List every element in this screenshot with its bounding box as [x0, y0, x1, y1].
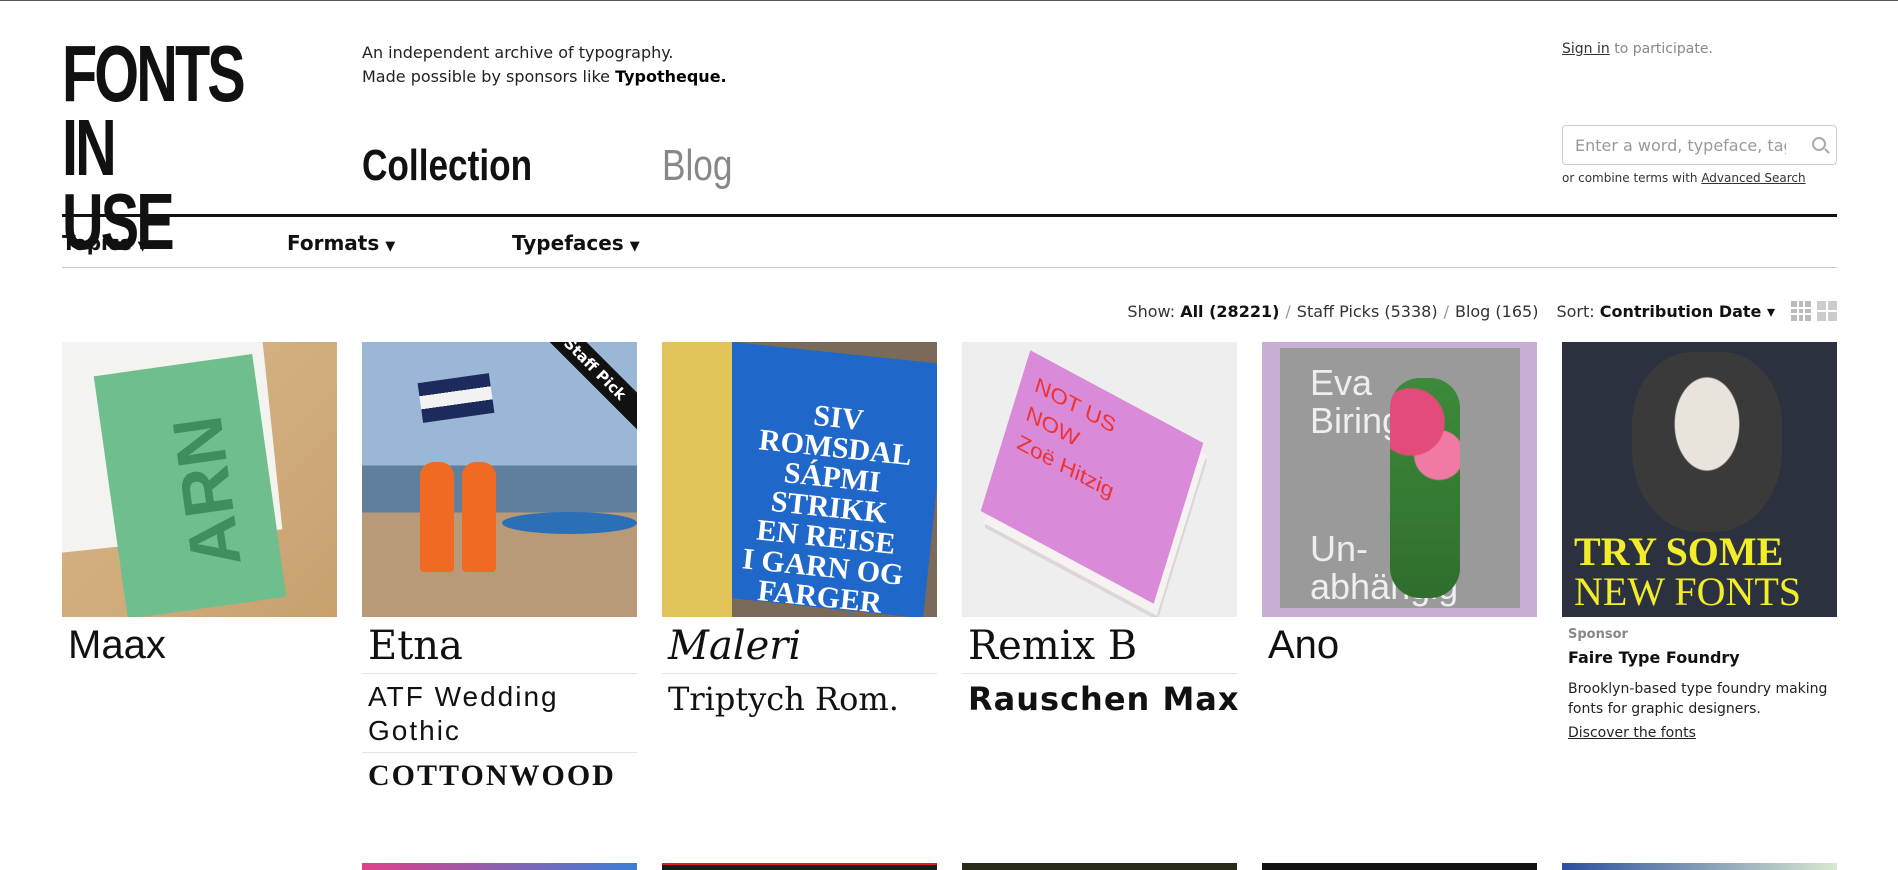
nav-topics[interactable]: Topics ▼	[62, 231, 148, 255]
nav-topics-label: Topics	[62, 231, 132, 255]
person-illustration	[462, 462, 496, 572]
book-cover-text: NOT US NOW Zoë Hitzig	[996, 350, 1203, 553]
advanced-search-hint: or combine terms with Advanced Search	[1562, 171, 1806, 185]
nav-collection[interactable]: Collection	[362, 141, 532, 191]
project-thumbnail[interactable]: SIV ROMSDAL SÁPMI STRIKK EN REISE I GARN…	[662, 342, 937, 617]
kayak-illustration	[502, 512, 637, 534]
sponsor-ad-image[interactable]: TRY SOME NEW FONTS	[1562, 342, 1837, 617]
project-thumbnail[interactable]	[962, 863, 1237, 870]
site-tagline: An independent archive of typography. Ma…	[362, 41, 727, 89]
project-thumbnail[interactable]: NOT US NOW Zoë Hitzig	[962, 342, 1237, 617]
chevron-down-icon: ▼	[629, 239, 640, 254]
sponsor-ad-text: TRY SOME NEW FONTS	[1574, 532, 1801, 612]
dog-illustration	[1632, 352, 1782, 532]
book-spine	[662, 342, 732, 617]
mosaic-view-icon[interactable]	[1817, 301, 1837, 321]
typeface-link[interactable]: Ano	[1262, 617, 1537, 672]
flag-illustration	[417, 373, 495, 423]
advanced-search-prefix: or combine terms with	[1562, 171, 1702, 185]
project-thumbnail[interactable]: Staff Pick	[362, 342, 637, 617]
sponsor-card: TRY SOME NEW FONTS Sponsor Faire Type Fo…	[1562, 342, 1837, 741]
filter-blog[interactable]: Blog (165)	[1455, 302, 1538, 321]
staff-pick-badge: Staff Pick	[529, 342, 637, 435]
typeface-link[interactable]: Remix B	[962, 617, 1237, 674]
project-thumbnail[interactable]: ARN	[62, 342, 337, 617]
tagline-line-1: An independent archive of typography.	[362, 43, 674, 62]
project-thumbnail[interactable]	[662, 863, 937, 870]
sponsor-name[interactable]: Faire Type Foundry	[1568, 648, 1831, 667]
filter-sort-bar: Show: All (28221) / Staff Picks (5338) /…	[1127, 301, 1837, 321]
typeface-link[interactable]: Rauschen Max	[962, 674, 1239, 722]
sponsor-ad-line: NEW FONTS	[1574, 569, 1802, 614]
typeface-link[interactable]: Maleri	[662, 617, 937, 674]
project-card[interactable]: SIV ROMSDAL SÁPMI STRIKK EN REISE I GARN…	[662, 342, 937, 722]
typeface-link[interactable]: Triptych Rom.	[662, 674, 937, 722]
sponsor-label: Sponsor	[1568, 627, 1628, 642]
filter-separator: /	[1285, 301, 1291, 321]
show-label: Show:	[1127, 301, 1176, 321]
filter-separator: /	[1443, 301, 1449, 321]
typeface-link[interactable]: COTTONWOOD	[362, 753, 637, 797]
filter-all[interactable]: All (28221)	[1180, 302, 1279, 321]
signin-prompt: Sign in to participate.	[1562, 41, 1713, 57]
book-illustration: Eva Biringer Un- abhängig	[1280, 348, 1520, 608]
chevron-down-icon: ▼	[385, 239, 396, 254]
project-thumbnail[interactable]	[1262, 863, 1537, 870]
nav-typefaces-label: Typefaces	[512, 231, 624, 255]
search-input[interactable]	[1563, 126, 1798, 164]
sponsor-ad-line: TRY SOME	[1574, 529, 1784, 574]
project-thumbnail[interactable]	[1562, 863, 1837, 870]
book-illustration: NOT US NOW Zoë Hitzig	[980, 350, 1204, 604]
sort-select[interactable]: Contribution Date ▾	[1600, 302, 1775, 321]
nav-typefaces[interactable]: Typefaces ▼	[512, 231, 640, 255]
sponsor-description: Brooklyn-based type foundry making fonts…	[1568, 681, 1828, 717]
project-card[interactable]: NOT US NOW Zoë Hitzig Remix B Rauschen M…	[962, 342, 1239, 722]
signin-link[interactable]: Sign in	[1562, 41, 1610, 57]
typeface-link[interactable]: ATF Wedding Gothic	[362, 674, 637, 753]
logo-line-1: FONTS	[62, 29, 246, 118]
project-thumbnail[interactable]	[362, 863, 637, 870]
nav-divider	[62, 267, 1837, 268]
header-divider	[62, 214, 1837, 217]
sort-label: Sort:	[1556, 301, 1595, 321]
grid-view-icon[interactable]	[1791, 301, 1811, 321]
project-thumbnail[interactable]: Eva Biringer Un- abhängig	[1262, 342, 1537, 617]
search-box	[1562, 125, 1837, 165]
advanced-search-link[interactable]: Advanced Search	[1701, 171, 1805, 185]
chevron-down-icon: ▼	[137, 239, 148, 254]
nav-formats[interactable]: Formats ▼	[287, 231, 395, 255]
project-card[interactable]: Eva Biringer Un- abhängig Ano	[1262, 342, 1537, 672]
nav-formats-label: Formats	[287, 231, 380, 255]
book-cover-text: SIV ROMSDAL SÁPMI STRIKK EN REISE I GARN…	[719, 393, 937, 617]
flowers-illustration	[1390, 378, 1460, 598]
book-illustration: ARN	[93, 354, 287, 617]
project-card[interactable]: Staff Pick Etna ATF Wedding Gothic COTTO…	[362, 342, 637, 797]
nav-blog[interactable]: Blog	[662, 141, 732, 191]
site-logo[interactable]: FONTS IN USE	[62, 29, 246, 262]
book-cover-text: ARN	[157, 411, 256, 573]
sponsor-link-typotheque[interactable]: Typotheque.	[615, 67, 727, 86]
project-card[interactable]: ARN Maax	[62, 342, 337, 672]
typeface-link[interactable]: Maax	[62, 617, 337, 672]
tagline-line-2: Made possible by sponsors like Typothequ…	[362, 65, 727, 89]
category-nav: Topics ▼ Formats ▼ Typefaces ▼	[62, 231, 1837, 267]
tagline-prefix: Made possible by sponsors like	[362, 67, 616, 86]
signin-suffix: to participate.	[1609, 41, 1713, 57]
person-illustration	[420, 462, 454, 572]
search-icon[interactable]	[1812, 137, 1826, 151]
filter-staff-picks[interactable]: Staff Picks (5338)	[1297, 302, 1438, 321]
typeface-link[interactable]: Etna	[362, 617, 637, 674]
sponsor-cta-link[interactable]: Discover the fonts	[1568, 725, 1696, 741]
